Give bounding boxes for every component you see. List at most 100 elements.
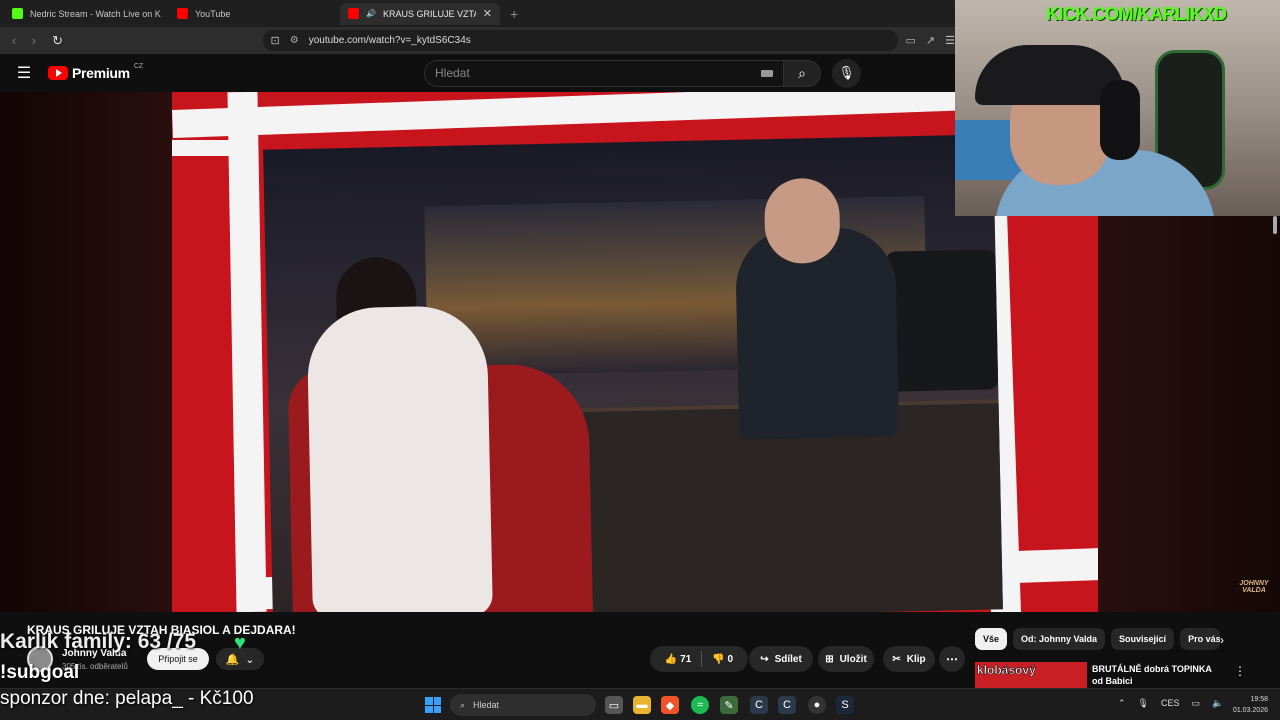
reload-icon[interactable]: ↻: [48, 33, 68, 49]
youtube-favicon-icon: [177, 8, 188, 19]
chip-from-channel[interactable]: Od: Johnny Valda: [1013, 628, 1106, 650]
microphone-icon[interactable]: 🎙: [1138, 698, 1149, 709]
logo-text: Premium: [72, 65, 130, 81]
clip-label: Klip: [906, 653, 926, 665]
youtube-logo[interactable]: Premium CZ: [48, 62, 144, 81]
channel-watermark: JOHNNY VALDA: [1239, 580, 1269, 594]
chip-related[interactable]: Související: [1111, 628, 1175, 650]
keyboard-icon[interactable]: [761, 69, 773, 77]
share-icon: ↪: [760, 653, 769, 665]
save-button[interactable]: ⊞ Uložit: [818, 646, 874, 672]
bookmark-icon[interactable]: ⊡: [271, 34, 280, 47]
app-c-icon[interactable]: C: [750, 696, 768, 714]
notepad-icon[interactable]: ✎: [720, 696, 738, 714]
headphones: [1100, 80, 1140, 160]
forward-icon[interactable]: ›: [24, 33, 44, 48]
tab-title: KRAUS GRILUJE VZTAH BIASIOL: [382, 8, 476, 19]
scrollbar[interactable]: [1273, 216, 1277, 234]
chevron-up-icon[interactable]: ⌃: [1118, 698, 1126, 709]
close-tab-icon[interactable]: ✕: [483, 7, 492, 20]
recommendation-chips: Vše Od: Johnny Valda Související Pro vás: [975, 628, 1221, 650]
search-icon: ⌕: [798, 64, 806, 81]
country-code: CZ: [133, 62, 144, 70]
dislike-button[interactable]: 👎 0: [712, 654, 733, 665]
url-text: youtube.com/watch?v=_kytdS6C34s: [308, 35, 471, 46]
sponsor-overlay: sponzor dne: pelapa_ - Kč100: [0, 688, 254, 709]
new-tab-icon[interactable]: +: [510, 6, 518, 22]
more-vert-icon[interactable]: ⋮: [1234, 664, 1246, 678]
date: 01.03.2026: [1232, 707, 1268, 714]
divider: [701, 651, 703, 667]
dislike-count: 0: [727, 653, 734, 665]
family-goal-overlay: Karlík family: 63 /75: [0, 630, 197, 653]
file-explorer-icon[interactable]: ▬: [633, 696, 651, 714]
clock[interactable]: 19:58 01.03.2026: [1226, 694, 1268, 716]
youtube-play-icon: [48, 66, 68, 80]
system-tray: ⌃ 🎙 CES ▭ 🔈: [1118, 698, 1223, 709]
host-chair: [885, 249, 999, 392]
like-count: 71: [680, 653, 692, 665]
back-icon[interactable]: ‹: [4, 33, 24, 48]
task-view-icon[interactable]: ▭: [605, 696, 623, 714]
tab-kick[interactable]: Nedric Stream - Watch Live on Kick: [4, 3, 169, 25]
guest: [306, 305, 493, 612]
like-dislike-group: 👍 71 👎 0: [650, 646, 748, 672]
spotify-icon[interactable]: ≈: [691, 696, 709, 714]
chip-for-you[interactable]: Pro vás: [1180, 628, 1221, 650]
brave-browser-icon[interactable]: ◆: [661, 696, 679, 714]
toolbar-icons: ▭ ↗ ☰: [906, 34, 956, 47]
tab-youtube[interactable]: YouTube: [169, 3, 334, 25]
windows-start-icon[interactable]: [425, 697, 441, 713]
taskbar-search[interactable]: ⌕ Hledat: [450, 694, 596, 716]
ambient-left: [0, 92, 172, 612]
obs-icon[interactable]: ●: [808, 696, 826, 714]
frame-stripe: [172, 140, 234, 156]
kick-favicon-icon: [12, 8, 23, 19]
share-button[interactable]: ↪ Sdílet: [749, 646, 813, 672]
more-actions-button[interactable]: ⋯: [939, 646, 965, 672]
screen: Nedric Stream - Watch Live on Kick YouTu…: [0, 0, 1280, 720]
host-head: [763, 177, 841, 265]
youtube-favicon-icon: [348, 8, 359, 19]
search-button[interactable]: ⌕: [783, 59, 821, 87]
tab-video-active[interactable]: 🔊 KRAUS GRILUJE VZTAH BIASIOL ✕: [340, 2, 500, 25]
app-c2-icon[interactable]: C: [778, 696, 796, 714]
menu-icon[interactable]: ☰: [0, 63, 48, 83]
voice-search-button[interactable]: 🎙: [832, 58, 861, 88]
tab-title: YouTube: [195, 8, 231, 19]
share-page-icon[interactable]: ↗: [926, 34, 935, 47]
language-indicator[interactable]: CES: [1161, 698, 1180, 709]
microphone-icon: 🎙: [838, 65, 855, 80]
cast-icon[interactable]: ▭: [906, 34, 916, 47]
like-button[interactable]: 👍 71: [665, 654, 691, 665]
save-label: Uložit: [839, 653, 867, 665]
chip-all[interactable]: Vše: [975, 628, 1008, 650]
clip-button[interactable]: ✂ Klip: [883, 646, 935, 672]
frame-stripe: [227, 92, 267, 612]
tab-title: Nedric Stream - Watch Live on Kick: [30, 8, 161, 19]
scissors-icon: ✂: [892, 653, 901, 665]
more-icon: ⋯: [946, 652, 958, 666]
search-icon: ⌕: [460, 699, 466, 710]
subgoal-command-overlay: !subgoal: [0, 662, 80, 683]
extensions-icon[interactable]: ☰: [945, 34, 955, 47]
recommendation-title[interactable]: BRUTÁLNĚ dobrá TOPINKA od Babici: [1092, 663, 1222, 687]
time: 19:58: [1250, 696, 1268, 703]
browser-tab-strip: Nedric Stream - Watch Live on Kick YouTu…: [0, 0, 955, 27]
thumbnail-text: klobásový: [977, 663, 1036, 678]
taskbar-search-placeholder: Hledat: [473, 700, 500, 710]
browser-toolbar: ‹ › ↻ ⊡ ⚙ youtube.com/watch?v=_kytdS6C34…: [0, 27, 955, 54]
steam-icon[interactable]: S: [836, 696, 854, 714]
search-input[interactable]: Hledat: [424, 59, 784, 87]
chevron-right-icon[interactable]: ›: [1220, 633, 1224, 647]
network-icon[interactable]: ▭: [1192, 698, 1201, 709]
search-placeholder: Hledat: [435, 66, 470, 80]
studio-scene: [263, 134, 1003, 612]
address-bar[interactable]: ⊡ ⚙ youtube.com/watch?v=_kytdS6C34s: [262, 30, 898, 51]
streamer-webcam: [955, 0, 1280, 216]
share-label: Sdílet: [774, 653, 802, 665]
recommendation-thumbnail[interactable]: klobásový: [975, 662, 1087, 688]
youtube-header: ☰ Premium CZ Hledat ⌕ 🎙: [0, 54, 955, 92]
volume-icon[interactable]: 🔈: [1212, 698, 1223, 709]
site-info-icon[interactable]: ⚙: [290, 35, 299, 46]
